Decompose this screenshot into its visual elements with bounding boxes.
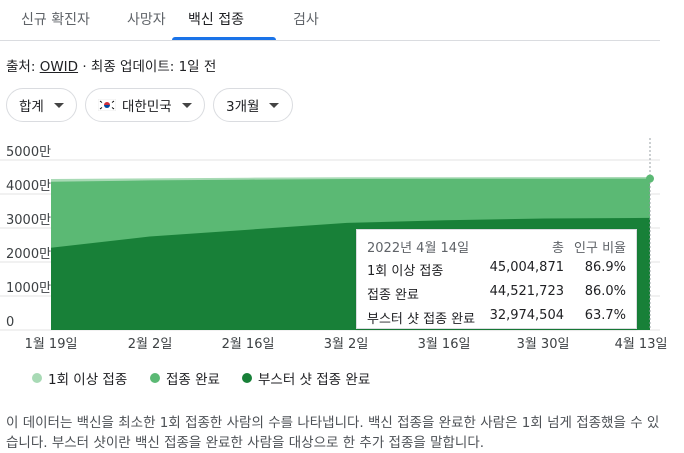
source-prefix: 출처: bbox=[6, 59, 36, 75]
y-tick-label: 5000만 bbox=[6, 145, 51, 160]
country-dropdown[interactable]: 대한민국 bbox=[85, 88, 205, 122]
tooltip-row-pct: 86.0% bbox=[584, 284, 626, 299]
metric-dropdown-label: 합계 bbox=[19, 99, 44, 115]
country-dropdown-label: 대한민국 bbox=[122, 99, 172, 115]
tooltip-row: 부스터 샷 접종 완료 32,974,504 63.7% bbox=[357, 308, 636, 328]
tooltip-date: 2022년 4월 14일 bbox=[367, 241, 470, 256]
tooltip-col-pct: 인구 비율 bbox=[574, 241, 626, 256]
tooltip-col-total: 총 bbox=[552, 241, 564, 256]
tooltip-header: 2022년 4월 14일 총 인구 비율 bbox=[357, 237, 636, 257]
hover-dot bbox=[646, 174, 654, 183]
tab-bar: 신규 확진자 사망자 백신 접종 검사 bbox=[0, 0, 660, 41]
legend-label: 부스터 샷 접종 완료 bbox=[258, 372, 371, 388]
source-updated: · 최종 업데이트: 1일 전 bbox=[82, 59, 217, 75]
chevron-down-icon bbox=[269, 102, 280, 108]
y-tick-label: 3000만 bbox=[6, 213, 51, 228]
tab-vaccinations[interactable]: 백신 접종 bbox=[188, 9, 244, 29]
chevron-down-icon bbox=[181, 102, 192, 108]
tooltip-row-total: 32,974,504 bbox=[489, 308, 564, 323]
x-tick-label: 2월 16일 bbox=[222, 337, 275, 352]
y-tick-label: 0 bbox=[6, 315, 14, 330]
legend-item-fully-vaccinated[interactable]: 접종 완료 bbox=[150, 368, 220, 388]
x-tick-label: 1월 19일 bbox=[25, 337, 78, 352]
legend-item-first-dose[interactable]: 1회 이상 접종 bbox=[32, 368, 127, 388]
metric-dropdown[interactable]: 합계 bbox=[6, 88, 77, 122]
legend-label: 접종 완료 bbox=[166, 372, 220, 388]
tooltip-row-label: 접종 완료 bbox=[367, 288, 419, 303]
x-tick-label: 3월 16일 bbox=[418, 337, 471, 352]
korea-flag-icon bbox=[98, 99, 116, 111]
tooltip-row-pct: 86.9% bbox=[584, 260, 626, 275]
tooltip-row-total: 45,004,871 bbox=[489, 260, 564, 275]
tooltip-row: 1회 이상 접종 45,004,871 86.9% bbox=[357, 260, 636, 280]
source-link[interactable]: OWID bbox=[40, 59, 78, 75]
legend-dot bbox=[242, 373, 252, 383]
source-line: 출처: OWID · 최종 업데이트: 1일 전 bbox=[6, 55, 216, 75]
x-axis-ticks: 1월 19일 2월 2일 2월 16일 3월 2일 3월 16일 3월 30일 4월 13일 bbox=[25, 337, 668, 352]
tab-testing[interactable]: 검사 bbox=[293, 9, 319, 29]
tooltip-row-label: 부스터 샷 접종 완료 bbox=[367, 312, 476, 327]
chevron-down-icon bbox=[53, 102, 64, 108]
legend-dot bbox=[32, 373, 42, 383]
x-tick-label: 4월 13일 bbox=[615, 337, 668, 352]
tab-deaths[interactable]: 사망자 bbox=[127, 9, 166, 29]
legend-item-booster[interactable]: 부스터 샷 접종 완료 bbox=[242, 368, 370, 388]
period-dropdown[interactable]: 3개월 bbox=[213, 88, 293, 122]
tooltip-row-total: 44,521,723 bbox=[489, 284, 564, 299]
active-tab-indicator bbox=[172, 37, 276, 40]
tooltip-row-label: 1회 이상 접종 bbox=[367, 264, 444, 279]
legend-label: 1회 이상 접종 bbox=[48, 372, 128, 388]
y-tick-label: 2000만 bbox=[6, 247, 51, 262]
data-description-note: 이 데이터는 백신을 최소한 1회 접종한 사람의 수를 나타냅니다. 백신 접… bbox=[6, 415, 660, 451]
y-axis-ticks: 5000만 4000만 3000만 2000만 1000만 0 bbox=[6, 145, 51, 330]
y-tick-label: 4000만 bbox=[6, 179, 51, 194]
x-tick-label: 3월 2일 bbox=[324, 337, 369, 352]
x-tick-label: 2월 2일 bbox=[128, 337, 173, 352]
tab-new-cases[interactable]: 신규 확진자 bbox=[21, 9, 90, 29]
y-tick-label: 1000만 bbox=[6, 281, 51, 296]
tooltip-row-pct: 63.7% bbox=[584, 308, 626, 323]
legend-dot bbox=[150, 373, 160, 383]
period-dropdown-label: 3개월 bbox=[226, 99, 260, 115]
tooltip-row: 접종 완료 44,521,723 86.0% bbox=[357, 284, 636, 304]
x-tick-label: 3월 30일 bbox=[517, 337, 570, 352]
chart-tooltip: 2022년 4월 14일 총 인구 비율 1회 이상 접종 45,004,871… bbox=[356, 229, 637, 329]
